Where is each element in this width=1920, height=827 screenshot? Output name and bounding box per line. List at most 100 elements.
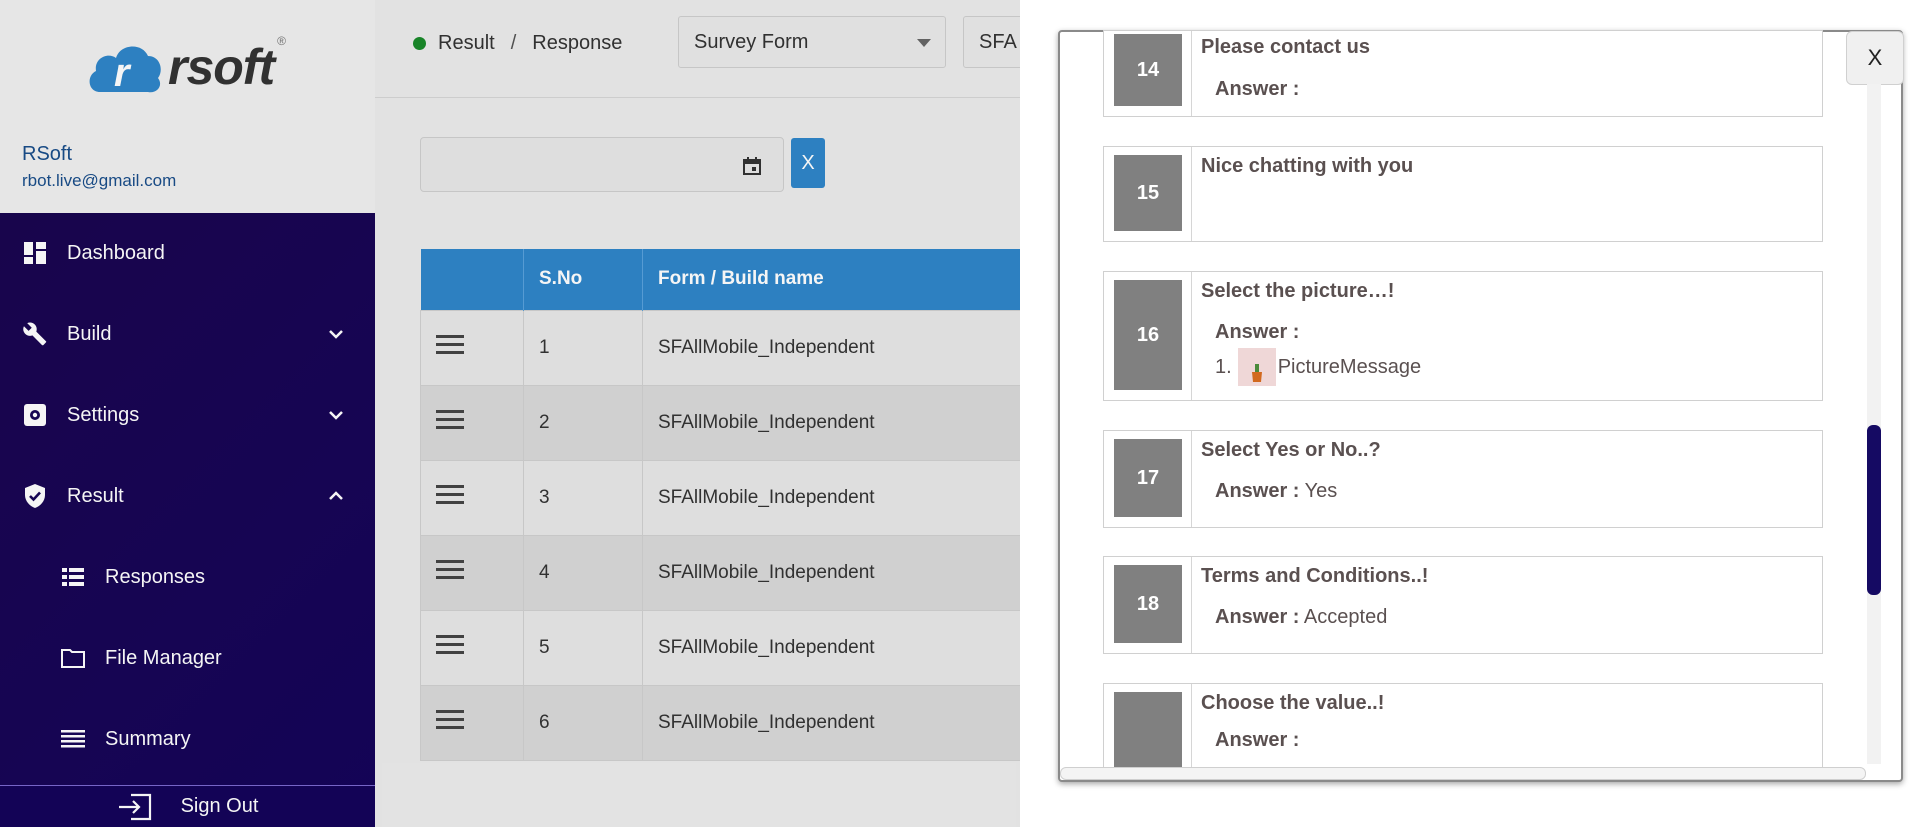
dropdown-caret-icon [917,39,931,47]
sidebar-item-label: Summary [105,727,191,750]
question-text: Please contact us [1201,36,1370,58]
answer-label: Answer : [1215,480,1300,502]
question-card: Choose the value..! Answer : [1103,683,1823,768]
row-menu-cell [420,384,524,461]
hamburger-menu-icon[interactable] [436,409,466,430]
clear-date-button[interactable]: X [791,138,825,188]
card-divider [1191,272,1192,400]
hamburger-menu-icon[interactable] [436,709,466,730]
row-form-name: SFAllMobile_Independent [642,684,1060,761]
question-text: Select Yes or No..? [1201,439,1381,461]
card-divider [1191,147,1192,241]
answer-row: Answer : [1215,729,1299,752]
user-email: rbot.live@gmail.com [22,171,177,190]
row-form-name: SFAllMobile_Independent [642,609,1060,686]
question-number: 17 [1114,439,1182,517]
sidebar-item-label: Dashboard [67,241,165,264]
table-row[interactable]: 5 SFAllMobile_Independent [420,609,1060,686]
wrench-icon [22,321,48,347]
hamburger-menu-icon[interactable] [436,334,466,355]
survey-type-select[interactable]: Survey Form [678,16,946,68]
breadcrumb-response: Response [532,32,623,54]
question-number [1114,692,1182,768]
sidebar-item-summary[interactable]: Summary [0,709,375,769]
close-button[interactable]: X [1846,31,1904,85]
sidebar-item-file-manager[interactable]: File Manager [0,628,375,688]
answer-row: Answer : Yes [1215,480,1337,503]
row-menu-cell [420,534,524,611]
question-text: Terms and Conditions..! [1201,565,1429,587]
column-header-actions [420,249,524,310]
sidebar-item-label: Result [67,484,124,507]
card-divider [1191,684,1192,767]
calendar-icon[interactable] [743,157,761,175]
row-sno: 5 [523,609,643,686]
sidebar: r rsoft ® RSoft rbot.live@gmail.com Dash… [0,0,375,827]
sidebar-item-settings[interactable]: Settings [0,385,375,445]
registered-mark: ® [277,34,286,48]
sidebar-item-label: Responses [105,565,206,588]
column-header-form-name: Form / Build name [642,249,1060,310]
hamburger-menu-icon[interactable] [436,559,466,580]
question-card: 18 Terms and Conditions..! Answer : Acce… [1103,556,1823,654]
sidebar-item-dashboard[interactable]: Dashboard [0,223,375,283]
row-form-name: SFAllMobile_Independent [642,309,1060,386]
row-sno: 1 [523,309,643,386]
answer-label: Answer : [1215,606,1300,628]
hamburger-menu-icon[interactable] [436,634,466,655]
picture-index: 1. [1215,355,1232,378]
hamburger-menu-icon[interactable] [436,484,466,505]
user-name: RSoft [22,143,73,165]
response-detail-scroll-area[interactable] [1058,30,1903,782]
answer-row: Answer : [1215,321,1299,344]
sidebar-menu: Dashboard Build Settings Result Response… [0,213,375,827]
row-menu-cell [420,609,524,686]
chevron-down-icon [329,411,343,420]
list-icon [60,564,86,590]
sidebar-item-build[interactable]: Build [0,304,375,364]
card-divider [1191,31,1192,116]
row-menu-cell [420,684,524,761]
question-card: 14 Please contact us Answer : [1103,30,1823,117]
vertical-scrollbar-track[interactable] [1867,84,1881,764]
row-sno: 2 [523,384,643,461]
row-menu-cell [420,459,524,536]
breadcrumb-separator: / [510,32,517,54]
sidebar-item-result[interactable]: Result [0,466,375,526]
card-divider [1191,557,1192,653]
form-select-value: SFA [979,30,1017,53]
chevron-down-icon [329,330,343,339]
chevron-up-icon [329,491,343,500]
date-filter-input[interactable] [420,137,784,192]
sidebar-item-responses[interactable]: Responses [0,547,375,607]
horizontal-scrollbar[interactable] [1060,767,1866,780]
table-row[interactable]: 4 SFAllMobile_Independent [420,534,1060,611]
table-row[interactable]: 2 SFAllMobile_Independent [420,384,1060,461]
sign-out-button[interactable]: Sign Out [0,785,375,827]
settings-icon [22,402,48,428]
question-card: 16 Select the picture…! Answer : 1. Pict… [1103,271,1823,401]
table-row[interactable]: 3 SFAllMobile_Independent [420,459,1060,536]
row-menu-cell [420,309,524,386]
question-text: Select the picture…! [1201,280,1395,302]
answer-row: Answer : [1215,78,1299,101]
responses-table: S.No Form / Build name 1 SFAllMobile_Inde… [420,249,1060,761]
picture-thumbnail-icon[interactable] [1237,348,1276,386]
vertical-scrollbar-thumb[interactable] [1867,425,1881,595]
table-row[interactable]: 1 SFAllMobile_Independent [420,309,1060,386]
answer-label: Answer : [1215,321,1300,343]
rsoft-logo[interactable]: r rsoft ® [86,34,286,100]
table-header-row: S.No Form / Build name [420,249,1060,310]
shield-icon [22,483,48,509]
table-row[interactable]: 6 SFAllMobile_Independent [420,684,1060,761]
status-dot-icon [413,37,426,50]
row-sno: 4 [523,534,643,611]
answer-label: Answer : [1215,78,1300,100]
sidebar-item-label: Build [67,322,112,345]
row-form-name: SFAllMobile_Independent [642,534,1060,611]
breadcrumb-result[interactable]: Result [438,32,495,55]
row-sno: 6 [523,684,643,761]
breadcrumb: Result / Response [413,32,622,55]
sign-out-icon [118,793,151,820]
logo-text: rsoft [168,39,275,95]
